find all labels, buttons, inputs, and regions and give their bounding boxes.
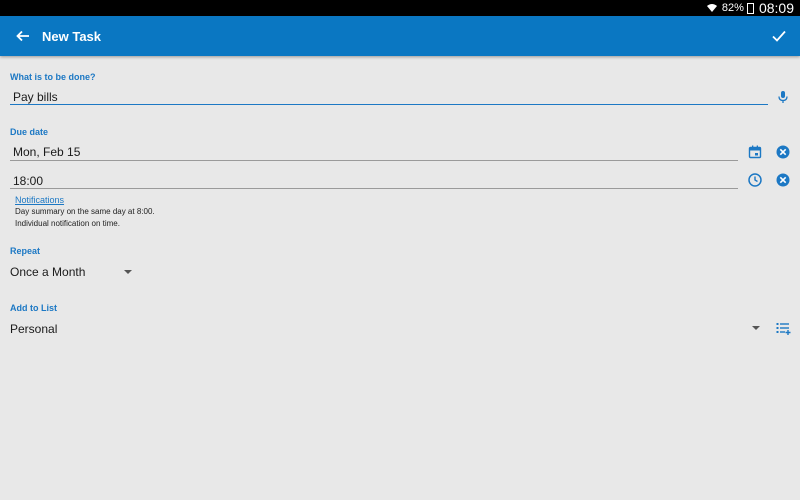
- page-title: New Task: [42, 28, 102, 44]
- notifications-link[interactable]: Notifications: [15, 195, 64, 205]
- check-icon[interactable]: [771, 28, 787, 44]
- task-input[interactable]: Pay bills: [13, 90, 58, 104]
- battery-icon: [746, 2, 754, 14]
- notification-individual-text: Individual notification on time.: [15, 219, 120, 228]
- app-bar: New Task: [0, 16, 800, 56]
- list-label: Add to List: [10, 303, 57, 313]
- clear-date-icon[interactable]: [775, 144, 791, 160]
- due-time-input[interactable]: 18:00: [13, 174, 43, 188]
- list-dropdown-arrow[interactable]: [752, 326, 760, 330]
- battery-percent: 82%: [721, 2, 744, 14]
- task-label: What is to be done?: [10, 72, 96, 82]
- clock-time: 08:09: [758, 0, 794, 16]
- clear-time-icon[interactable]: [775, 172, 791, 188]
- due-time-underline: [10, 188, 738, 189]
- due-date-label: Due date: [10, 127, 49, 137]
- due-date-underline: [10, 160, 738, 161]
- due-date-input[interactable]: Mon, Feb 15: [13, 145, 80, 159]
- task-input-underline: [10, 104, 768, 105]
- wifi-icon: [706, 4, 717, 12]
- arrow-left-icon[interactable]: [15, 28, 31, 44]
- repeat-label: Repeat: [10, 246, 41, 256]
- status-bar: 82% 08:09: [0, 0, 800, 16]
- list-add-icon[interactable]: [775, 320, 791, 336]
- notification-summary-text: Day summary on the same day at 8:00.: [15, 207, 155, 216]
- calendar-icon[interactable]: [747, 144, 763, 160]
- repeat-dropdown-arrow[interactable]: [124, 270, 132, 274]
- microphone-icon[interactable]: [775, 89, 791, 105]
- clock-icon[interactable]: [747, 172, 763, 188]
- list-select[interactable]: Personal: [10, 322, 57, 336]
- repeat-select[interactable]: Once a Month: [10, 265, 85, 279]
